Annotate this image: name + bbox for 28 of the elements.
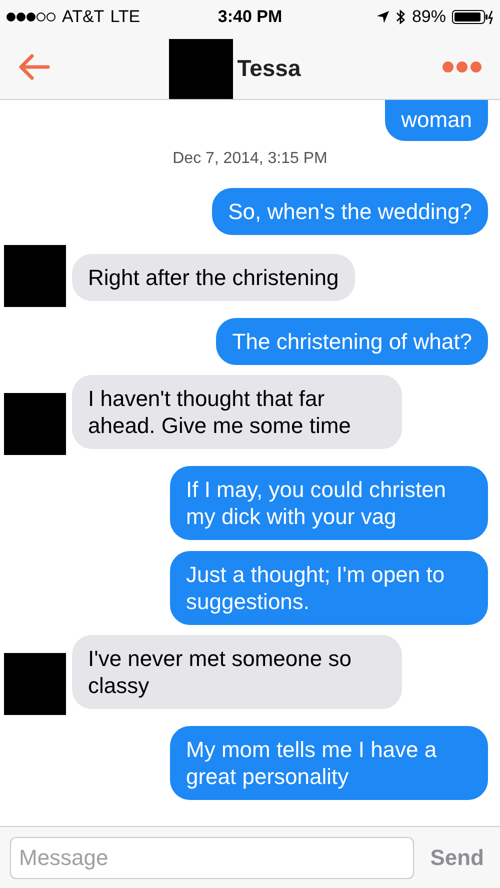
battery-charging-icon (452, 9, 494, 25)
sent-message-bubble: If I may, you could christen my dick with your vag (170, 466, 488, 540)
more-options-button[interactable] (442, 60, 482, 72)
network-type: LTE (110, 6, 140, 28)
redacted-avatar (169, 38, 234, 98)
received-message-bubble: I've never met someone so classy (72, 635, 402, 709)
signal-icon (6, 12, 56, 22)
battery-percent: 89% (412, 6, 446, 28)
send-button[interactable]: Send (424, 841, 490, 874)
sent-message-bubble: Just a thought; I'm open to suggestions. (170, 551, 488, 625)
redacted-avatar (4, 393, 66, 455)
message-input-field[interactable]: Message (10, 836, 414, 878)
bluetooth-icon (396, 9, 406, 25)
sent-message-bubble: The christening of what? (216, 318, 488, 365)
sent-message-bubble: So, when's the wedding? (212, 188, 488, 235)
sent-message-bubble: My mom tells me I have a great personality (170, 726, 488, 800)
clock-time: 3:40 PM (218, 6, 282, 28)
three-dots-icon (442, 60, 482, 72)
received-message-bubble: I haven't thought that far ahead. Give me some time (72, 375, 402, 449)
received-message-bubble: Right after the christening (72, 254, 355, 301)
contact-name: Tessa (237, 54, 301, 84)
timestamp: Dec 7, 2014, 3:15 PM (172, 149, 328, 169)
back-arrow-icon (18, 54, 50, 80)
redacted-avatar (4, 653, 66, 715)
carrier-name: AT&T (62, 6, 104, 28)
sent-message-bubble: woman (385, 100, 488, 141)
redacted-avatar (4, 245, 66, 307)
location-arrow-icon (376, 10, 390, 24)
